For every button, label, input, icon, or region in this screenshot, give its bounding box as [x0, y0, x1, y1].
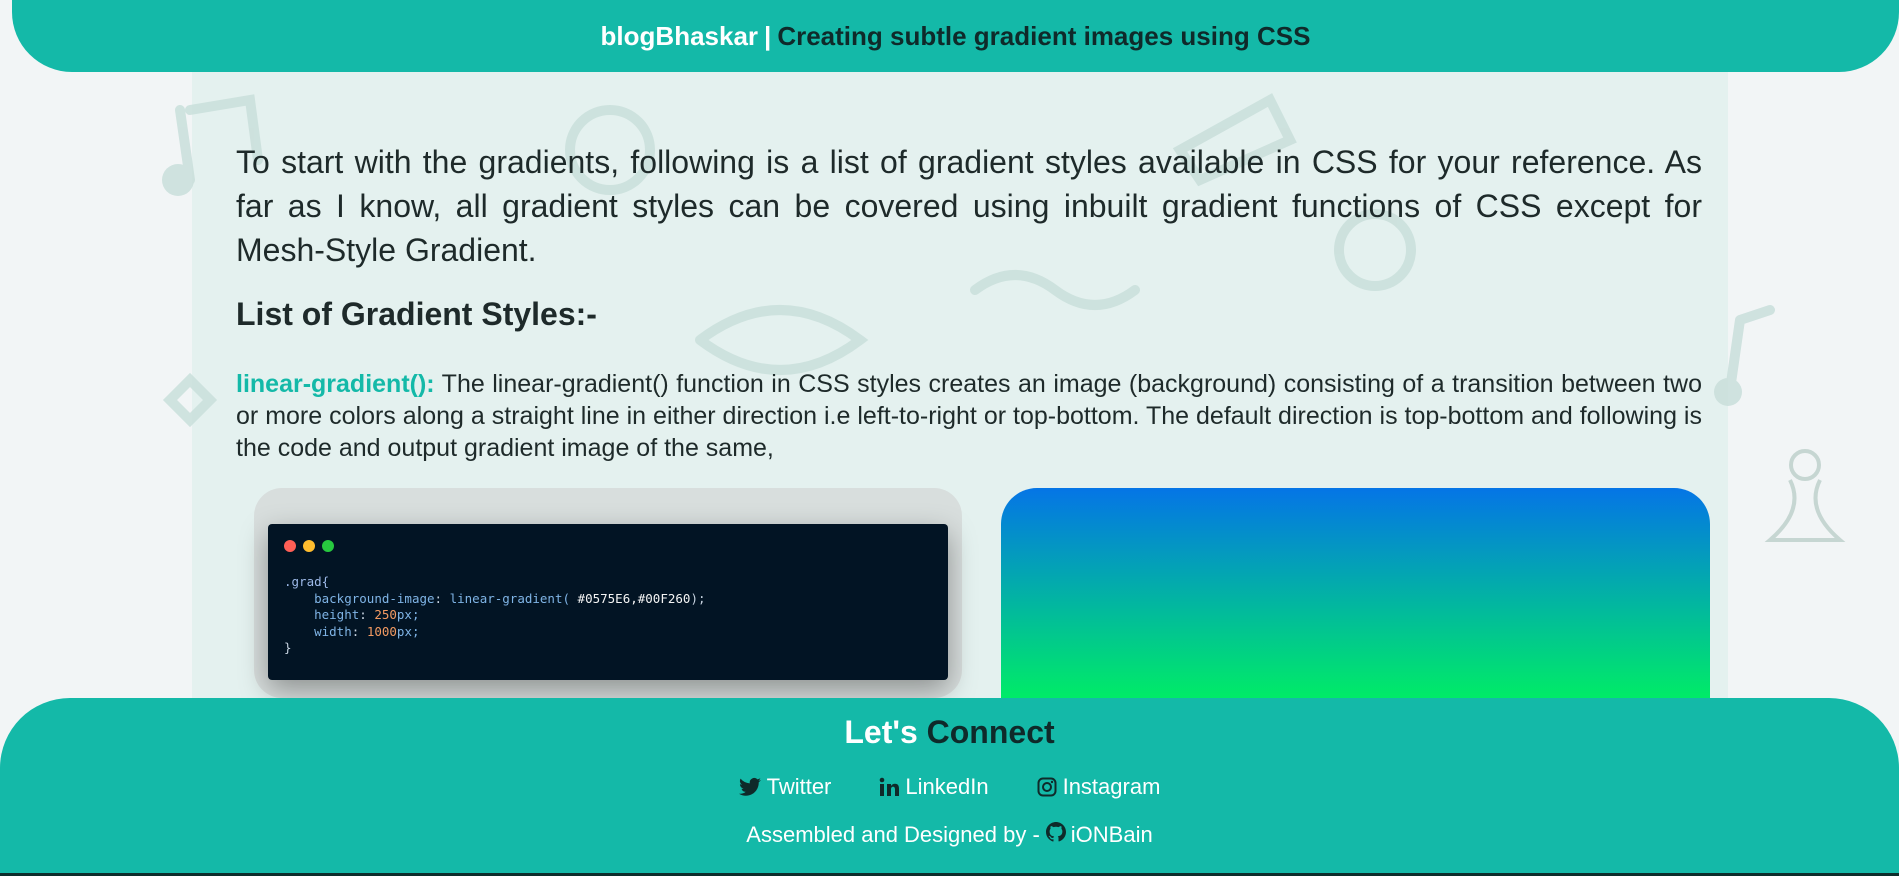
music-note-head — [162, 164, 194, 196]
doodle-music-right — [1725, 305, 1775, 395]
linear-gradient-term: linear-gradient(): — [236, 370, 435, 398]
instagram-icon — [1037, 777, 1057, 797]
code-prop-height: height — [314, 607, 360, 622]
twitter-icon — [738, 777, 761, 797]
header-separator: | — [764, 20, 772, 51]
window-maximize-dot — [322, 540, 334, 552]
window-controls — [284, 540, 334, 552]
window-minimize-dot — [303, 540, 315, 552]
code-height-unit: px; — [396, 607, 420, 622]
linear-gradient-description: linear-gradient(): The linear-gradient()… — [236, 368, 1702, 464]
code-args: #0575E6,#00F260 — [570, 590, 691, 606]
chess-pawn-icon — [1789, 449, 1821, 481]
credits-line: Assembled and Designed by - iONBain — [0, 822, 1899, 848]
footer-title-word1: Let's — [844, 714, 918, 750]
footer-title-word2: Connect — [926, 714, 1055, 750]
credits-prefix: Assembled and Designed by - — [746, 822, 1040, 847]
code-prop-background: background-image — [314, 590, 435, 606]
code-width-num: 1000 — [366, 623, 397, 639]
author-name: iONBain — [1070, 822, 1153, 847]
code-selector: .grad{ — [284, 574, 330, 589]
instagram-link[interactable]: Instagram — [1037, 774, 1161, 800]
section-heading: List of Gradient Styles:- — [236, 296, 597, 332]
instagram-label: Instagram — [1062, 774, 1161, 799]
code-height-num: 250 — [374, 607, 397, 622]
github-icon — [1045, 822, 1066, 848]
code-prop-width: width — [314, 623, 352, 639]
site-footer: Let's Connect Twitter LinkedIn Instagram… — [0, 698, 1899, 876]
site-header: blogBhaskar | Creating subtle gradient i… — [12, 0, 1899, 72]
linear-gradient-text: The linear-gradient() function in CSS st… — [236, 370, 1702, 462]
code-end: ); — [690, 590, 706, 606]
social-links: Twitter LinkedIn Instagram — [0, 774, 1899, 800]
code-window: .grad{ background-image: linear-gradient… — [268, 524, 948, 680]
gradient-output-image — [1001, 488, 1710, 710]
footer-title: Let's Connect — [0, 714, 1899, 751]
author-link[interactable]: iONBain — [1045, 822, 1153, 848]
linkedin-label: LinkedIn — [905, 774, 989, 799]
css-code-block: .grad{ background-image: linear-gradient… — [284, 574, 706, 655]
twitter-link[interactable]: Twitter — [738, 774, 832, 800]
code-fn: linear-gradient( — [449, 590, 571, 606]
linkedin-link[interactable]: LinkedIn — [879, 774, 989, 800]
page-title: Creating subtle gradient images using CS… — [777, 20, 1311, 51]
intro-paragraph: To start with the gradients, following i… — [236, 144, 1702, 268]
site-brand[interactable]: blogBhaskar — [601, 21, 759, 52]
linkedin-icon — [879, 777, 900, 797]
window-close-dot — [284, 540, 296, 552]
twitter-label: Twitter — [766, 774, 832, 799]
code-width-unit: px; — [396, 623, 420, 639]
code-close: } — [284, 640, 292, 655]
